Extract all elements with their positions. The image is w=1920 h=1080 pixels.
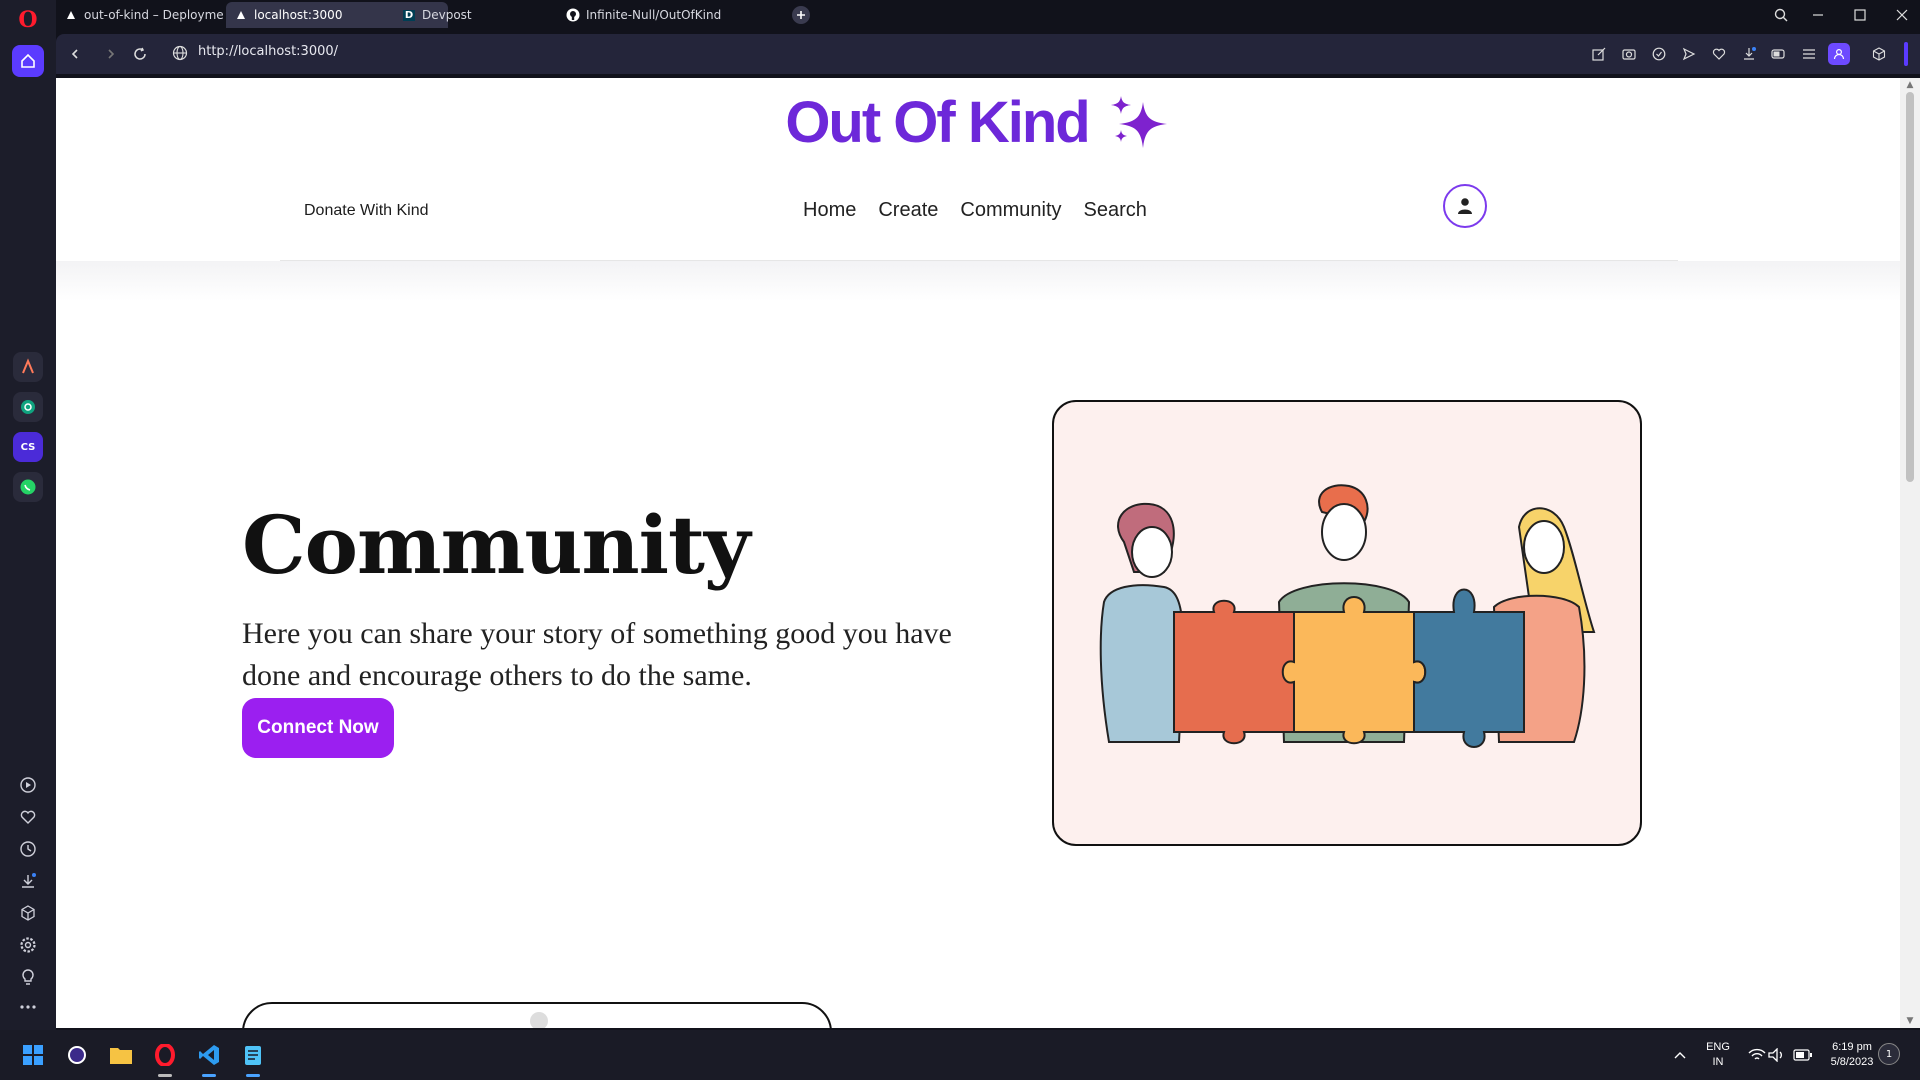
settings-icon[interactable]: [16, 933, 40, 957]
hero-description: Here you can share your story of somethi…: [242, 617, 952, 692]
user-icon: [1458, 198, 1472, 214]
tab-label: localhost:3000: [254, 8, 343, 22]
nav-search-link[interactable]: Search: [1084, 199, 1147, 222]
battery-saver-icon[interactable]: [1770, 45, 1788, 63]
player-icon[interactable]: [16, 773, 40, 797]
sparkles-icon: [1110, 96, 1167, 148]
chatsonic-icon[interactable]: CS: [13, 432, 43, 462]
opera-taskbar-icon[interactable]: [150, 1040, 180, 1070]
clock[interactable]: 6:19 pm 5/8/2023: [1822, 1040, 1882, 1070]
github-icon: [566, 8, 580, 22]
opera-active-indicator: [158, 1074, 172, 1077]
download-icon[interactable]: [1740, 45, 1758, 63]
language-code: ENG: [1706, 1041, 1730, 1053]
scroll-up-icon[interactable]: ▲: [1905, 80, 1915, 90]
page-scrollbar[interactable]: ▲ ▼: [1900, 78, 1920, 1028]
url-field[interactable]: http://localhost:3000/: [198, 44, 338, 59]
new-tab-button[interactable]: [792, 6, 810, 24]
downloads-icon[interactable]: [16, 869, 40, 893]
close-icon[interactable]: [1891, 4, 1913, 26]
tab-label: Infinite-Null/OutOfKind: [586, 8, 722, 22]
minimize-icon[interactable]: [1807, 4, 1829, 26]
tab-label: Devpost: [422, 8, 472, 22]
vercel-triangle-icon: [64, 8, 78, 22]
more-icon[interactable]: [16, 995, 40, 1019]
heart-icon[interactable]: [16, 805, 40, 829]
puzzle-people-illustration: [1099, 484, 1596, 748]
reload-icon[interactable]: [129, 43, 151, 65]
chatgpt-icon[interactable]: [13, 392, 43, 422]
brand-title[interactable]: Out Of Kind: [785, 89, 1090, 156]
cortana-icon[interactable]: [62, 1040, 92, 1070]
page-viewport: Out Of Kind Donate With Kind Home Create…: [56, 78, 1900, 1028]
hero-title: Community: [242, 498, 750, 592]
story-card: [242, 1002, 832, 1028]
tray-chevron-up-icon[interactable]: [1665, 1040, 1695, 1070]
notepad-icon[interactable]: [238, 1040, 268, 1070]
windows-taskbar: ENG IN 6:19 pm 5/8/2023 1: [0, 1030, 1920, 1080]
shield-icon[interactable]: [1650, 45, 1668, 63]
user-profile-button[interactable]: [1443, 184, 1487, 228]
tab-vercel-deployment[interactable]: out-of-kind – Deployment: [56, 2, 224, 28]
home-icon[interactable]: [12, 45, 44, 77]
whatsapp-icon[interactable]: [13, 472, 43, 502]
maximize-icon[interactable]: [1849, 4, 1871, 26]
profile-icon[interactable]: [1828, 43, 1850, 65]
tab-search-icon[interactable]: [1770, 4, 1792, 26]
donate-link[interactable]: Donate With Kind: [304, 202, 429, 220]
community-illustration: [1052, 400, 1642, 846]
extensions-icon[interactable]: [16, 901, 40, 925]
vercel-triangle-icon: [234, 8, 248, 22]
battery-icon[interactable]: [1788, 1040, 1818, 1070]
back-icon[interactable]: [64, 43, 86, 65]
opera-logo-icon[interactable]: O: [14, 6, 42, 34]
easy-setup-icon[interactable]: [1800, 45, 1818, 63]
nav-create-link[interactable]: Create: [878, 199, 938, 222]
forward-icon[interactable]: [100, 43, 122, 65]
vscode-active-indicator: [202, 1074, 216, 1077]
devpost-favicon-letter: D: [402, 9, 416, 21]
address-bar: http://localhost:3000/: [56, 34, 1920, 74]
tab-strip: out-of-kind – Deployment localhost:3000 …: [56, 0, 1920, 28]
clock-time: 6:19 pm: [1832, 1041, 1872, 1053]
tab-github[interactable]: Infinite-Null/OutOfKind: [558, 2, 758, 28]
nav-community-link[interactable]: Community: [960, 199, 1061, 222]
bulb-icon[interactable]: [16, 965, 40, 989]
vscode-icon[interactable]: [194, 1040, 224, 1070]
devpost-icon: D: [402, 8, 416, 22]
language-indicator[interactable]: ENG IN: [1700, 1040, 1736, 1070]
globe-icon: [172, 45, 190, 63]
tab-label: out-of-kind – Deployment: [84, 8, 224, 22]
edit-icon[interactable]: [1590, 45, 1608, 63]
windows-start-icon[interactable]: [18, 1040, 48, 1070]
brand-header: Out Of Kind: [56, 78, 1900, 166]
notification-icon[interactable]: 1: [1878, 1043, 1900, 1065]
nav-home-link[interactable]: Home: [803, 199, 856, 222]
notification-count: 1: [1885, 1048, 1893, 1060]
chatsonic-label: CS: [20, 441, 36, 453]
aria-icon[interactable]: [13, 352, 43, 382]
nav-links: Home Create Community Search: [803, 199, 1147, 222]
camera-icon[interactable]: [1620, 45, 1638, 63]
story-card-avatar: [530, 1012, 548, 1028]
bookmark-heart-icon[interactable]: [1710, 45, 1728, 63]
tab-devpost[interactable]: D Devpost: [394, 2, 554, 28]
extension-cube-icon[interactable]: [1870, 45, 1888, 63]
history-icon[interactable]: [16, 837, 40, 861]
file-explorer-icon[interactable]: [106, 1040, 136, 1070]
scroll-thumb[interactable]: [1906, 92, 1914, 482]
opera-sidebar: O CS: [0, 0, 56, 1030]
navbar-shadow: [56, 261, 1900, 301]
scroll-down-icon[interactable]: ▼: [1905, 1016, 1915, 1026]
clock-date: 5/8/2023: [1830, 1056, 1874, 1068]
region-code: IN: [1712, 1056, 1724, 1068]
send-icon[interactable]: [1680, 45, 1698, 63]
sidebar-accent-bar: [1904, 42, 1908, 66]
connect-now-button[interactable]: Connect Now: [242, 698, 394, 758]
notepad-active-indicator: [246, 1074, 260, 1077]
